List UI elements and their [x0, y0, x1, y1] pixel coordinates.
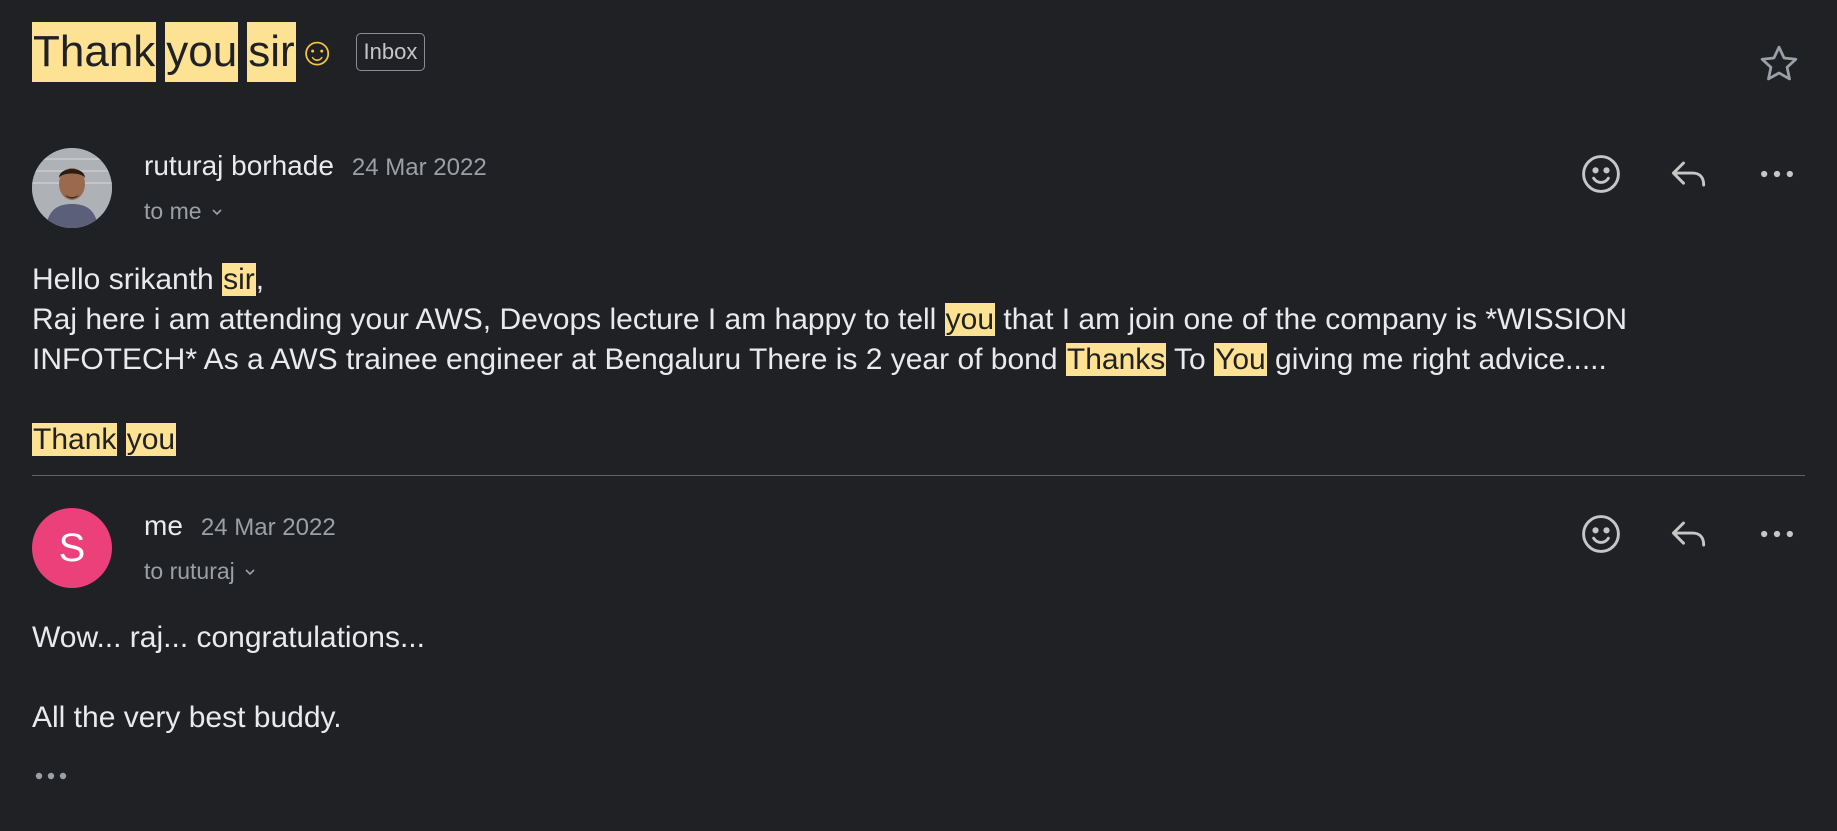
recipients-dropdown[interactable]: to me: [144, 198, 224, 225]
emoji-react-icon[interactable]: [1573, 506, 1629, 562]
email-thread-view: Thank you sir ☺ Inbox ruturaj borhade 24…: [0, 0, 1837, 831]
reply-icon[interactable]: [1661, 146, 1717, 202]
avatar[interactable]: S: [32, 508, 112, 588]
avatar[interactable]: [32, 148, 112, 228]
chevron-down-icon: [211, 208, 222, 215]
message-divider: [32, 475, 1805, 476]
message-actions: [1541, 506, 1805, 562]
sender-name[interactable]: ruturaj borhade: [144, 150, 334, 182]
search-highlight: you: [125, 423, 177, 456]
inbox-label-chip[interactable]: Inbox: [355, 33, 426, 71]
more-options-icon[interactable]: [1749, 506, 1805, 562]
star-icon[interactable]: [1757, 42, 1801, 86]
body-line: All the very best buddy.: [32, 701, 342, 734]
search-highlight: Thank: [32, 423, 118, 456]
sender-name[interactable]: me: [144, 510, 183, 542]
email-subject: Thank you sir ☺: [32, 22, 338, 82]
sender-line: me 24 Mar 2022: [144, 510, 336, 542]
body-line: Wow... raj... congratulations...: [32, 621, 425, 654]
emoji-react-icon[interactable]: [1573, 146, 1629, 202]
message-body: Wow... raj... congratulations... All the…: [32, 618, 1805, 738]
subject-word: Thank: [32, 22, 157, 82]
greeting-line: Hello srikanth sir,: [32, 263, 265, 296]
subject-row: Thank you sir ☺ Inbox: [32, 22, 426, 82]
subject-word: sir: [247, 22, 296, 82]
show-trimmed-content-icon[interactable]: [32, 762, 72, 790]
search-highlight: sir: [222, 263, 256, 296]
more-options-icon[interactable]: [1749, 146, 1805, 202]
search-highlight: Thanks: [1065, 343, 1167, 376]
recipients-label: to ruturaj: [144, 558, 235, 584]
message-date: 24 Mar 2022: [200, 514, 336, 541]
chevron-down-icon: [245, 568, 255, 575]
recipients-dropdown[interactable]: to ruturaj: [144, 558, 257, 585]
message-body: Hello srikanth sir, Raj here i am attend…: [32, 260, 1805, 460]
signature-line: Thank you: [32, 420, 1805, 460]
reply-icon[interactable]: [1661, 506, 1717, 562]
smile-emoji: ☺: [296, 30, 338, 74]
message-date: 24 Mar 2022: [351, 154, 487, 181]
body-line: Raj here i am attending your AWS, Devops…: [32, 303, 1627, 336]
recipients-label: to me: [144, 198, 202, 224]
subject-word: you: [165, 22, 239, 82]
message-actions: [1541, 146, 1805, 202]
search-highlight: You: [1214, 343, 1267, 376]
body-line: INFOTECH* As a AWS trainee engineer at B…: [32, 343, 1607, 376]
sender-line: ruturaj borhade 24 Mar 2022: [144, 150, 487, 182]
search-highlight: you: [944, 303, 996, 336]
